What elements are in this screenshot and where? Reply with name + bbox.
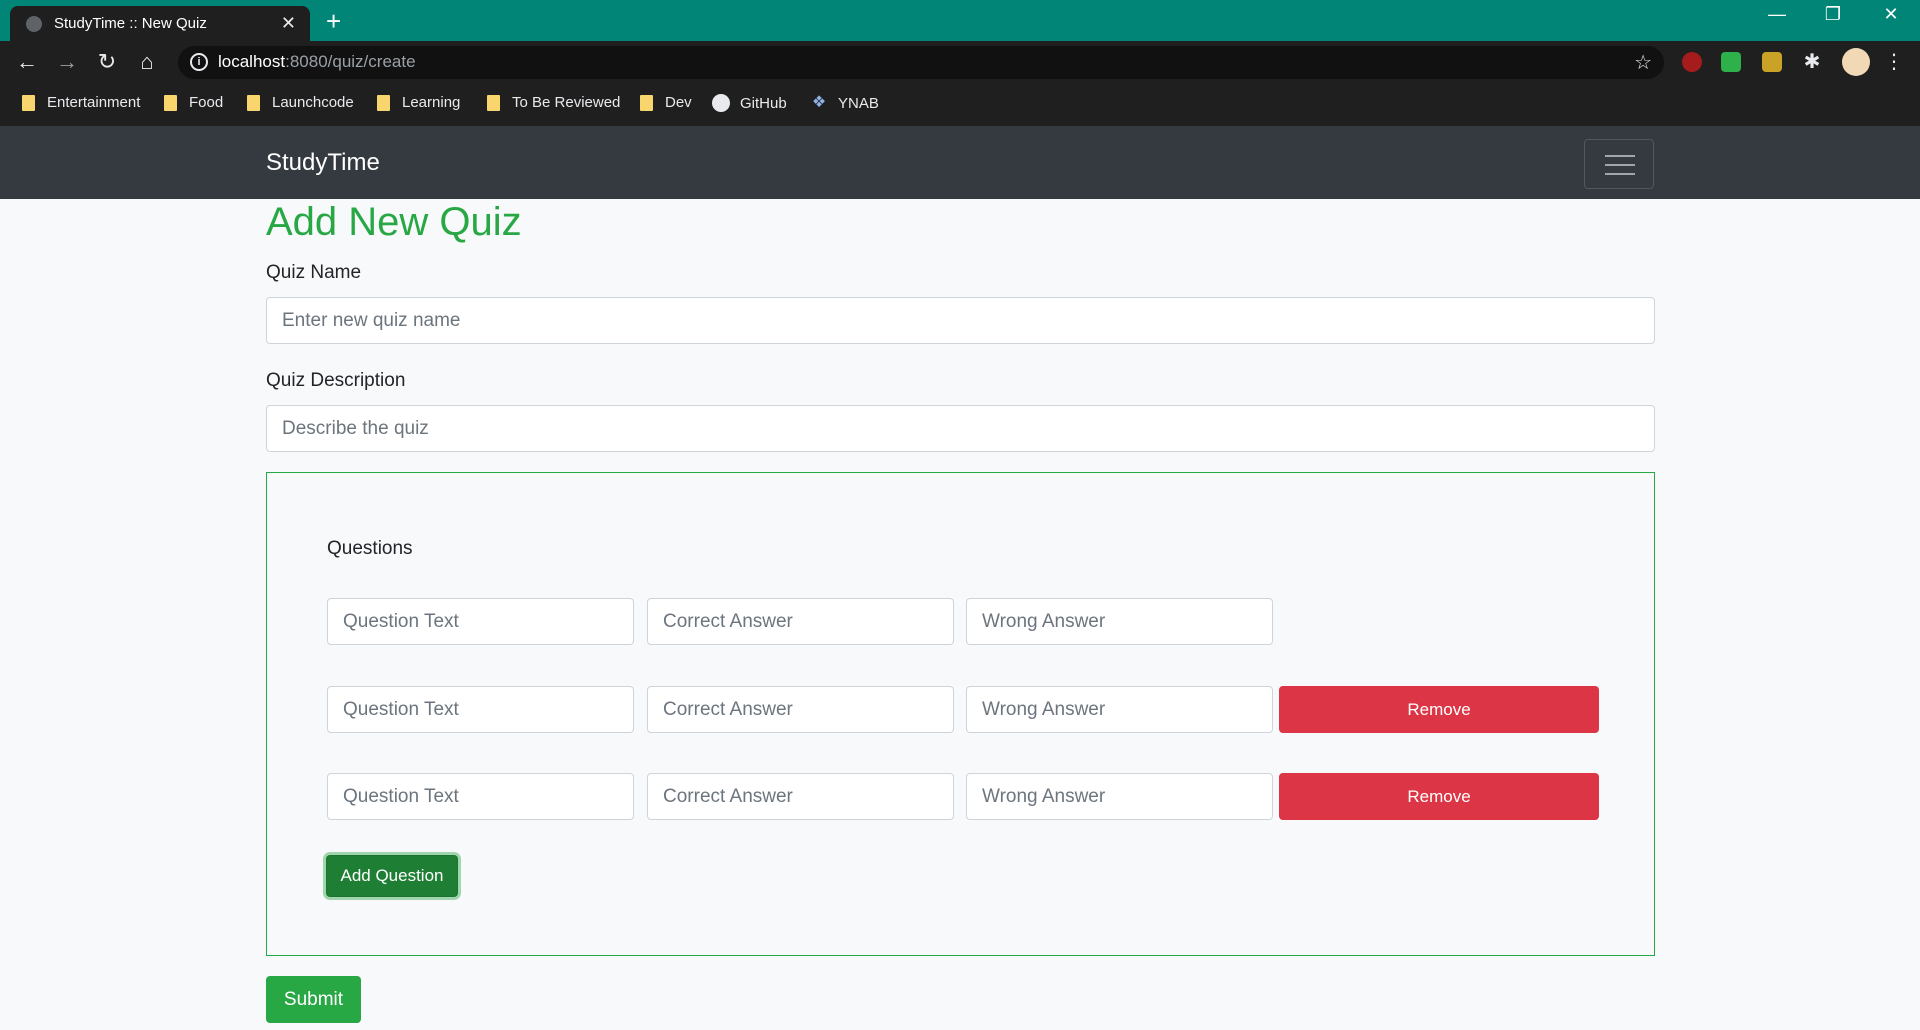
bookmark-dev[interactable]: Dev: [640, 94, 692, 111]
image-extension-icon[interactable]: [1762, 52, 1782, 72]
bookmark-github[interactable]: GitHub: [712, 94, 787, 112]
close-window-icon[interactable]: ✕: [1876, 4, 1906, 25]
question-text-input[interactable]: [327, 686, 634, 733]
github-icon: [712, 94, 730, 112]
page-title: Add New Quiz: [266, 200, 522, 244]
address-bar[interactable]: i localhost:8080/quiz/create ☆: [178, 46, 1664, 79]
extensions-puzzle-icon[interactable]: ✱: [1802, 52, 1822, 72]
close-tab-icon[interactable]: ✕: [281, 13, 296, 34]
reload-icon[interactable]: ↻: [93, 50, 121, 74]
wrong-answer-input[interactable]: [966, 686, 1273, 733]
correct-answer-input[interactable]: [647, 773, 954, 820]
quiz-description-label: Quiz Description: [266, 370, 406, 391]
bookmark-ynab[interactable]: ❖ YNAB: [810, 94, 879, 112]
bookmark-to-be-reviewed[interactable]: To Be Reviewed: [487, 94, 620, 111]
correct-answer-input[interactable]: [647, 598, 954, 645]
info-icon[interactable]: i: [190, 53, 208, 71]
question-text-input[interactable]: [327, 598, 634, 645]
folder-icon: [164, 94, 177, 111]
forward-icon[interactable]: →: [53, 50, 81, 74]
ublock-icon[interactable]: [1682, 52, 1702, 72]
browser-toolbar: ← → ↻ ⌂ i localhost:8080/quiz/create ☆ ✱…: [0, 41, 1920, 84]
folder-icon: [22, 94, 35, 111]
remove-question-button[interactable]: Remove: [1279, 686, 1599, 733]
ynab-icon: ❖: [811, 94, 827, 111]
quiz-description-input[interactable]: [266, 405, 1655, 452]
bookmark-launchcode[interactable]: Launchcode: [247, 94, 354, 111]
correct-answer-input[interactable]: [647, 686, 954, 733]
folder-icon: [247, 94, 260, 111]
bookmarks-bar: Entertainment Food Launchcode Learning T…: [0, 84, 1920, 126]
browser-tab[interactable]: StudyTime :: New Quiz ✕: [10, 6, 310, 41]
new-tab-icon[interactable]: +: [326, 6, 341, 36]
menu-dots-icon[interactable]: ⋮: [1884, 52, 1904, 72]
bookmark-star-icon[interactable]: ☆: [1634, 50, 1652, 75]
brand-link[interactable]: StudyTime: [266, 149, 380, 177]
back-icon[interactable]: ←: [13, 50, 41, 74]
avatar[interactable]: [1842, 48, 1870, 76]
submit-button[interactable]: Submit: [266, 976, 361, 1023]
tab-title: StudyTime :: New Quiz: [54, 15, 207, 32]
minimize-icon[interactable]: —: [1762, 4, 1792, 25]
url-text: localhost:8080/quiz/create: [218, 52, 416, 71]
bookmark-food[interactable]: Food: [164, 94, 223, 111]
wrong-answer-input[interactable]: [966, 598, 1273, 645]
folder-icon: [487, 94, 500, 111]
restore-icon[interactable]: ❐: [1818, 4, 1848, 25]
questions-heading: Questions: [327, 538, 413, 559]
folder-icon: [640, 94, 653, 111]
home-icon[interactable]: ⌂: [133, 50, 161, 74]
wrong-answer-input[interactable]: [966, 773, 1273, 820]
bookmark-entertainment[interactable]: Entertainment: [22, 94, 140, 111]
remove-question-button[interactable]: Remove: [1279, 773, 1599, 820]
quiz-name-label: Quiz Name: [266, 262, 362, 283]
add-extension-icon[interactable]: [1721, 52, 1741, 72]
app-navbar: StudyTime: [0, 126, 1920, 199]
globe-icon: [26, 15, 42, 32]
bookmark-learning[interactable]: Learning: [377, 94, 460, 111]
quiz-name-input[interactable]: [266, 297, 1655, 344]
add-question-button[interactable]: Add Question: [326, 855, 458, 897]
question-text-input[interactable]: [327, 773, 634, 820]
hamburger-icon: [1605, 155, 1635, 157]
browser-tab-strip: StudyTime :: New Quiz ✕ + — ❐ ✕: [0, 0, 1920, 41]
navbar-toggler[interactable]: [1584, 139, 1654, 189]
folder-icon: [377, 94, 390, 111]
